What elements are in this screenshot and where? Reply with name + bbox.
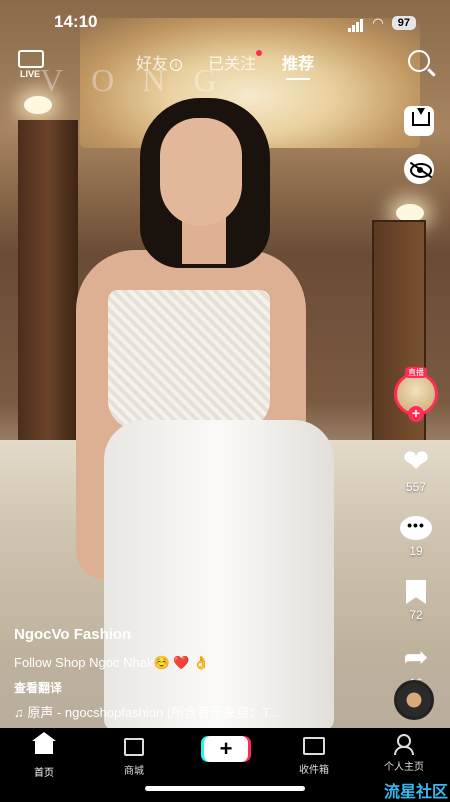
notification-dot: [256, 50, 262, 56]
tab-following[interactable]: 已关注: [207, 50, 262, 74]
translate-link[interactable]: 查看翻译: [14, 679, 374, 696]
eye-off-icon: [410, 163, 432, 178]
hide-button[interactable]: [404, 154, 434, 184]
tab-friends[interactable]: 好友 i: [136, 50, 182, 74]
corner-watermark: 流星社区: [383, 784, 448, 801]
battery-icon: 97: [391, 16, 416, 30]
signal-icon: [348, 14, 364, 32]
profile-icon: [397, 734, 411, 748]
author-name[interactable]: NgocVo Fashion: [14, 626, 374, 643]
person-face: [160, 118, 242, 226]
music-disc-icon[interactable]: [394, 680, 434, 720]
favorite-button[interactable]: 72: [406, 580, 426, 622]
like-count: 557: [405, 480, 427, 494]
tab-for-you[interactable]: 推荐: [282, 50, 315, 80]
music-info[interactable]: ♫ 原声 - ngocshopfashion (所含音乐来自：T...: [14, 702, 354, 721]
tab-inbox-label: 收件箱: [299, 765, 329, 776]
search-icon[interactable]: [408, 50, 430, 72]
share-arrow-icon: ➦: [403, 641, 429, 674]
heart-icon: ❤: [402, 443, 430, 479]
tab-shop[interactable]: 商城: [104, 734, 164, 777]
home-indicator: [145, 786, 305, 791]
video-player[interactable]: VONG: [0, 0, 450, 728]
tab-profile-label: 个人主页: [384, 762, 424, 773]
tab-shop-label: 商城: [124, 766, 144, 777]
home-icon: [32, 732, 56, 754]
video-caption: NgocVo Fashion Follow Shop Ngoc Nhak☺️ ❤…: [14, 626, 374, 721]
video-description: Follow Shop Ngoc Nhak☺️ ❤️ 👌: [14, 655, 210, 670]
wardrobe: [18, 120, 78, 480]
top-nav: LIVE 好友 i 已关注 推荐: [0, 50, 450, 80]
bookmark-icon: [406, 580, 426, 604]
tab-home-label: 首页: [34, 768, 54, 779]
create-button[interactable]: +: [204, 736, 248, 762]
comment-icon: •••: [400, 516, 432, 540]
comment-count: 19: [409, 544, 423, 558]
tab-for-you-label: 推荐: [282, 56, 315, 73]
tab-friends-label: 好友: [135, 56, 168, 73]
feed-tabs: 好友 i 已关注 推荐: [0, 50, 450, 80]
tab-inbox[interactable]: 收件箱: [284, 734, 344, 776]
shop-bag-icon: [124, 738, 144, 756]
wifi-icon: ◠: [372, 15, 384, 30]
favorite-count: 72: [409, 608, 423, 622]
right-action-rail: 直播 + ❤ 557 ••• 19 72 ➦ 16: [394, 367, 438, 690]
live-badge: 直播: [405, 367, 427, 378]
tab-profile[interactable]: 个人主页: [374, 734, 434, 773]
comment-button[interactable]: ••• 19: [400, 516, 432, 558]
lace-top: [108, 290, 270, 430]
info-icon: i: [169, 59, 182, 71]
top-right-actions: [404, 106, 434, 184]
tab-home[interactable]: 首页: [14, 732, 74, 779]
inbox-icon: [303, 737, 325, 755]
download-button[interactable]: [404, 106, 434, 136]
follow-button[interactable]: +: [408, 406, 424, 422]
like-button[interactable]: ❤ 557: [402, 443, 430, 494]
download-icon: [412, 108, 430, 126]
status-time: 14:10: [54, 12, 98, 31]
creator-avatar[interactable]: 直播 +: [394, 367, 438, 422]
status-icons: ◠ 97: [348, 14, 416, 32]
tab-following-label: 已关注: [207, 56, 256, 73]
